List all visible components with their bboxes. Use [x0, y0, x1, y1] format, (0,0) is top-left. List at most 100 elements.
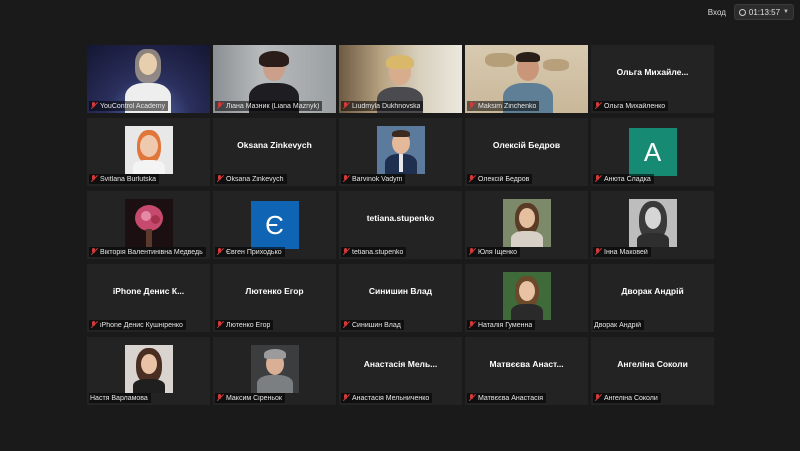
participant-display-name: Oksana Zinkevych — [237, 140, 312, 150]
muted-mic-icon — [90, 175, 98, 183]
muted-mic-icon — [342, 102, 350, 110]
participant-name-label: Ангеліна Соколи — [593, 393, 661, 403]
participant-tile[interactable]: Максим Сіреньок — [213, 337, 336, 405]
participant-initial-avatar: А — [628, 128, 677, 176]
muted-mic-icon — [342, 248, 350, 256]
participant-tile[interactable]: Ліана Мазник (Liana Maznyk) — [213, 45, 336, 113]
participant-tile[interactable]: Анастасія Мель... Анастасія Мельниченко — [339, 337, 462, 405]
participant-name-label: Інна Маковей — [593, 247, 651, 257]
participant-name-label: Oksana Zinkevych — [215, 174, 287, 184]
participant-tile-active-speaker[interactable]: Liudmyla Dukhnovska — [339, 45, 462, 113]
muted-mic-icon — [90, 248, 98, 256]
participant-tile[interactable]: Ольга Михайле... Ольга Михайленко — [591, 45, 714, 113]
participant-name-label: Svitlana Burlutska — [89, 174, 160, 184]
timer-text: 01:13:57 — [748, 7, 781, 17]
chevron-down-icon: ▼ — [783, 9, 789, 15]
participant-avatar — [502, 199, 551, 247]
participant-tile[interactable]: iPhone Денис К... iPhone Денис Кушніренк… — [87, 264, 210, 332]
participant-tile[interactable]: Ангеліна Соколи Ангеліна Соколи — [591, 337, 714, 405]
participant-tile[interactable]: Юля Іщенко — [465, 191, 588, 259]
participant-name-label: Ліана Мазник (Liana Maznyk) — [215, 101, 323, 111]
muted-mic-icon — [468, 175, 476, 183]
participant-display-name: Ангеліна Соколи — [617, 359, 688, 369]
participant-avatar — [124, 345, 173, 393]
shield-icon — [738, 8, 746, 16]
participant-tile[interactable]: Maksim Zinchenko — [465, 45, 588, 113]
participant-name-label: tetiana.stupenko — [341, 247, 407, 257]
participant-display-name: Ольга Михайле... — [616, 67, 689, 77]
participant-tile[interactable]: Інна Маковей — [591, 191, 714, 259]
participant-display-name: Дворак Андрій — [621, 286, 684, 296]
muted-mic-icon — [342, 394, 350, 402]
participant-name-label: Євген Приходько — [215, 247, 285, 257]
participant-name-label: Синишин Влад — [341, 320, 404, 330]
muted-mic-icon — [216, 248, 224, 256]
participant-name-label: Анюта Сладка — [593, 174, 654, 184]
muted-mic-icon — [216, 321, 224, 329]
participant-name-label: Настя Варламова — [89, 393, 151, 403]
participant-avatar — [124, 199, 173, 247]
participant-display-name: Анастасія Мель... — [363, 359, 438, 369]
participant-display-name: iPhone Денис К... — [112, 286, 185, 296]
participant-tile[interactable]: Дворак Андрій Дворак Андрій — [591, 264, 714, 332]
top-controls: Вход 01:13:57 ▼ — [708, 4, 794, 20]
participant-name-label: Дворак Андрій — [593, 320, 645, 330]
participant-name-label: Юля Іщенко — [467, 247, 520, 257]
participant-display-name: Лютенко Егор — [245, 286, 304, 296]
participant-tile[interactable]: Настя Варламова — [87, 337, 210, 405]
participant-avatar — [124, 126, 173, 174]
participant-tile[interactable]: Лютенко Егор Лютенко Егор — [213, 264, 336, 332]
participant-name-label: Матвєєва Анастасія — [467, 393, 546, 403]
muted-mic-icon — [342, 321, 350, 329]
muted-mic-icon — [468, 248, 476, 256]
participant-tile[interactable]: Oksana Zinkevych Oksana Zinkevych — [213, 118, 336, 186]
muted-mic-icon — [216, 394, 224, 402]
participant-tile[interactable]: Є Євген Приходько — [213, 191, 336, 259]
participant-tile[interactable]: Svitlana Burlutska — [87, 118, 210, 186]
muted-mic-icon — [216, 102, 224, 110]
participant-name-label: Вікторія Валентинівна Медведь — [89, 247, 206, 257]
muted-mic-icon — [594, 102, 602, 110]
muted-mic-icon — [90, 321, 98, 329]
participant-tile[interactable]: Наталія Гуменна — [465, 264, 588, 332]
participant-display-name: tetiana.stupenko — [366, 213, 435, 223]
participant-tile[interactable]: Олексій Бедров Олексій Бедров — [465, 118, 588, 186]
muted-mic-icon — [468, 394, 476, 402]
participant-display-name: Синишин Влад — [368, 286, 433, 296]
muted-mic-icon — [594, 394, 602, 402]
muted-mic-icon — [594, 248, 602, 256]
participant-tile[interactable]: tetiana.stupenko tetiana.stupenko — [339, 191, 462, 259]
muted-mic-icon — [468, 321, 476, 329]
participant-tile[interactable]: А Анюта Сладка — [591, 118, 714, 186]
participant-grid: YouControl Academy Ліана Мазник (Liana M… — [87, 45, 714, 405]
participant-tile[interactable]: Матвєєва Анаст... Матвєєва Анастасія — [465, 337, 588, 405]
muted-mic-icon — [594, 175, 602, 183]
participant-name-label: Ольга Михайленко — [593, 101, 669, 111]
participant-tile[interactable]: Вікторія Валентинівна Медведь — [87, 191, 210, 259]
muted-mic-icon — [90, 102, 98, 110]
muted-mic-icon — [216, 175, 224, 183]
participant-name-label: iPhone Денис Кушніренко — [89, 320, 186, 330]
participant-avatar — [502, 272, 551, 320]
participant-avatar — [250, 345, 299, 393]
muted-mic-icon — [468, 102, 476, 110]
participant-tile[interactable]: Синишин Влад Синишин Влад — [339, 264, 462, 332]
muted-mic-icon — [342, 175, 350, 183]
participant-name-label: Анастасія Мельниченко — [341, 393, 433, 403]
participant-avatar — [376, 126, 425, 174]
enter-button[interactable]: Вход — [708, 8, 726, 17]
participant-name-label: Liudmyla Dukhnovska — [341, 101, 424, 111]
participant-display-name: Олексій Бедров — [492, 140, 561, 150]
participant-display-name: Матвєєва Анаст... — [489, 359, 564, 369]
participant-name-label: Максим Сіреньок — [215, 393, 285, 403]
participant-name-label: Олексій Бедров — [467, 174, 533, 184]
participant-name-label: Barvinok Vadym — [341, 174, 406, 184]
meeting-timer[interactable]: 01:13:57 ▼ — [733, 4, 794, 20]
participant-initial-avatar: Є — [250, 201, 299, 249]
participant-name-label: Maksim Zinchenko — [467, 101, 540, 111]
participant-avatar — [628, 199, 677, 247]
participant-name-label: Лютенко Егор — [215, 320, 274, 330]
participant-name-label: Наталія Гуменна — [467, 320, 536, 330]
participant-tile[interactable]: YouControl Academy — [87, 45, 210, 113]
participant-tile[interactable]: Barvinok Vadym — [339, 118, 462, 186]
